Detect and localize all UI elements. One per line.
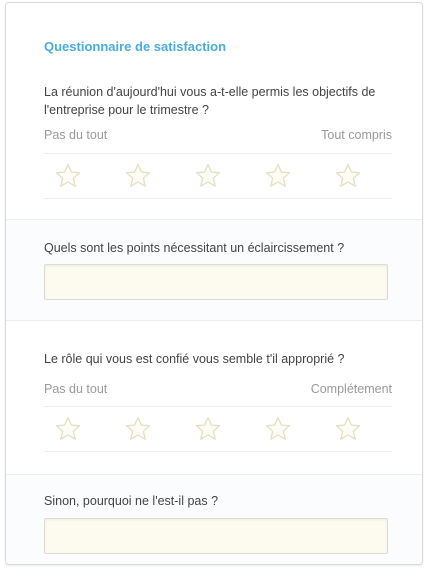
survey-card: Questionnaire de satisfaction La réunion… (5, 2, 423, 565)
question-3-text: Le rôle qui vous est confié vous semble … (44, 352, 345, 366)
star-icon[interactable] (54, 415, 82, 443)
question-2-section: Quels sont les points nécessitant un écl… (6, 219, 422, 320)
question-1-max-label: Tout compris (321, 128, 392, 142)
star-icon[interactable] (124, 162, 152, 190)
question-1-min-label: Pas du tout (44, 128, 108, 142)
question-3-min-label: Pas du tout (44, 382, 108, 396)
question-3-section: Le rôle qui vous est confié vous semble … (6, 320, 422, 474)
question-3-star-rating (44, 406, 392, 452)
clarification-input[interactable] (44, 264, 388, 300)
question-1-section: Questionnaire de satisfaction La réunion… (6, 3, 422, 219)
question-3-max-label: Complétement (310, 382, 392, 396)
reason-input[interactable] (44, 518, 388, 554)
star-icon[interactable] (194, 162, 222, 190)
star-icon[interactable] (124, 415, 152, 443)
question-4-text: Sinon, pourquoi ne l'est-il pas ? (44, 494, 219, 508)
question-2-text: Quels sont les points nécessitant un écl… (44, 241, 345, 255)
star-icon[interactable] (334, 415, 362, 443)
question-1-text: La réunion d'aujourd'hui vous a-t-elle p… (44, 85, 376, 117)
star-icon[interactable] (194, 415, 222, 443)
star-icon[interactable] (264, 415, 292, 443)
star-icon[interactable] (264, 162, 292, 190)
star-icon[interactable] (54, 162, 82, 190)
question-4-section: Sinon, pourquoi ne l'est-il pas ? (6, 474, 422, 564)
star-icon[interactable] (334, 162, 362, 190)
question-1-star-rating (44, 153, 392, 199)
form-title: Questionnaire de satisfaction (44, 39, 227, 54)
